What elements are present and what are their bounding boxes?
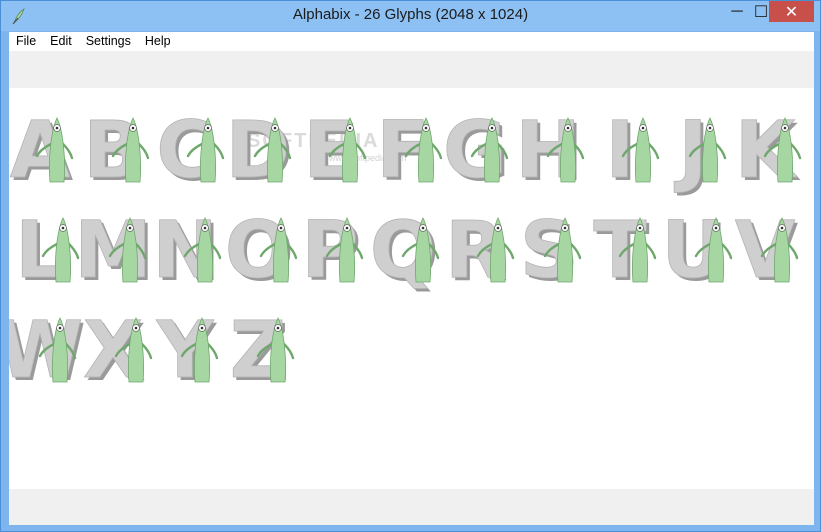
close-button[interactable]: ✕ [769, 1, 814, 22]
glyph-h[interactable]: HH [514, 100, 585, 199]
minimize-button[interactable]: ─ [724, 1, 750, 22]
title-bar[interactable]: Alphabix - 26 Glyphs (2048 x 1024) ─ ☐ ✕ [1, 1, 820, 31]
glyph-s[interactable]: SS [519, 200, 585, 299]
menu-file[interactable]: File [9, 32, 43, 51]
menu-edit[interactable]: Edit [43, 32, 79, 51]
glyph-o[interactable]: OO [224, 200, 297, 299]
glyph-t[interactable]: TT [593, 200, 657, 299]
glyph-k[interactable]: KK [734, 100, 802, 199]
glyph-u[interactable]: UU [660, 200, 732, 299]
glyph-l[interactable]: LL [13, 200, 80, 299]
glyph-y[interactable]: YY [155, 300, 222, 399]
glyph-q[interactable]: QQ [369, 200, 440, 299]
glyph-r[interactable]: RR [445, 200, 515, 299]
menu-settings[interactable]: Settings [79, 32, 138, 51]
toolbar [9, 51, 814, 88]
glyph-n[interactable]: NN [152, 200, 222, 299]
glyph-j[interactable]: JJ [666, 100, 730, 199]
menu-bar: File Edit Settings Help [9, 32, 814, 51]
glyph-canvas[interactable]: SOFTPEDIA www.softpedia.com AABBCCDDEEFF… [9, 88, 814, 489]
app-window: Alphabix - 26 Glyphs (2048 x 1024) ─ ☐ ✕… [0, 0, 821, 532]
glyph-i[interactable]: II [593, 100, 660, 199]
glyph-a[interactable]: AA [9, 100, 77, 199]
glyph-g[interactable]: GG [443, 100, 512, 199]
glyph-w[interactable]: WW [9, 300, 86, 399]
close-icon: ✕ [784, 3, 799, 21]
menu-help[interactable]: Help [138, 32, 178, 51]
glyph-x[interactable]: XX [82, 300, 152, 399]
glyph-f[interactable]: FF [375, 100, 442, 199]
status-bar [9, 489, 814, 525]
svg-text:I: I [605, 106, 634, 196]
glyph-m[interactable]: MM [73, 200, 154, 299]
window-title: Alphabix - 26 Glyphs (2048 x 1024) [292, 6, 529, 23]
glyph-z[interactable]: ZZ [229, 300, 295, 399]
svg-text:J: J [673, 106, 707, 196]
glyph-b[interactable]: BB [82, 100, 150, 199]
minimize-icon: ─ [731, 2, 743, 20]
glyph-d[interactable]: DD [225, 100, 295, 199]
glyph-c[interactable]: CC [156, 100, 225, 199]
glyph-e[interactable]: EE [303, 100, 367, 199]
maximize-icon: ☐ [753, 3, 769, 21]
glyph-p[interactable]: PP [301, 200, 367, 299]
glyph-v[interactable]: VV [734, 200, 802, 299]
